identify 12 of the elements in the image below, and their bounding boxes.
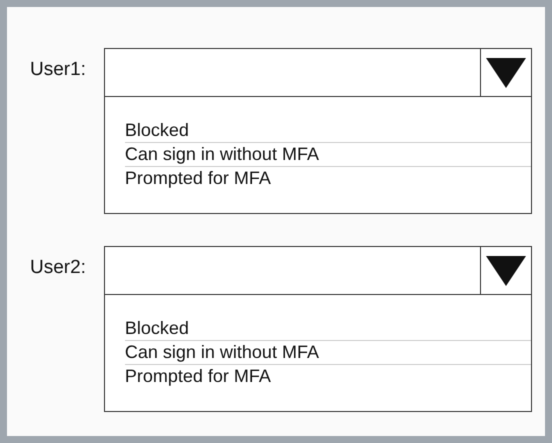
- dropdown-option[interactable]: Can sign in without MFA: [124, 143, 531, 167]
- user-label: User1:: [30, 59, 87, 81]
- dropdown-option[interactable]: Prompted for MFA: [124, 167, 531, 190]
- user-label: User2:: [30, 257, 87, 279]
- dropdown-option[interactable]: Prompted for MFA: [124, 365, 531, 388]
- dropdown-option[interactable]: Blocked: [124, 119, 531, 143]
- dropdown-option[interactable]: Blocked: [124, 317, 531, 341]
- dropdown-option[interactable]: Can sign in without MFA: [124, 341, 531, 365]
- dropdown-arrow-icon[interactable]: [486, 58, 526, 88]
- dropdown-arrow-icon[interactable]: [486, 256, 526, 286]
- dropdown-field[interactable]: [104, 246, 532, 295]
- dropdown-field[interactable]: [104, 48, 532, 97]
